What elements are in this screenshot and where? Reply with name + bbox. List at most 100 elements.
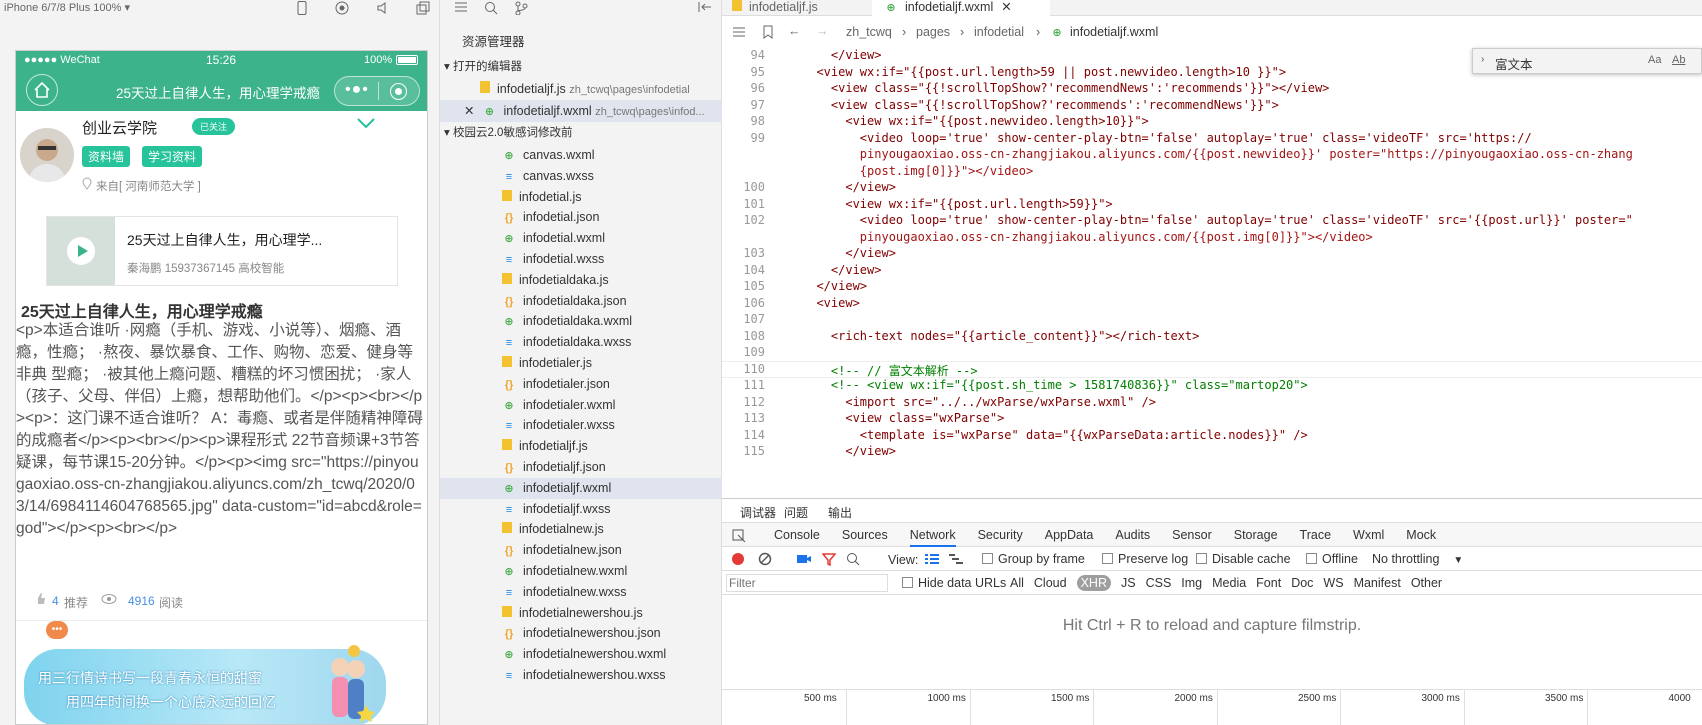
clear-icon[interactable] — [758, 552, 772, 566]
tag-ziliaoqiang[interactable]: 资料墙 — [82, 146, 131, 167]
devtools-tab-sensor[interactable]: Sensor — [1172, 528, 1212, 542]
match-case-icon[interactable]: Aa — [1648, 54, 1661, 66]
file-item[interactable]: ⊕ infodetialdaka.wxml — [440, 311, 722, 332]
file-item[interactable]: {} infodetialjf.json — [440, 457, 722, 478]
file-item[interactable]: ⊕ canvas.wxml — [440, 145, 722, 166]
list-icon[interactable] — [454, 1, 468, 13]
bookmark-icon[interactable] — [762, 25, 774, 39]
project-section[interactable]: ▾ 校园云2.0敏感词修改前 — [444, 122, 722, 144]
type-filter-manifest[interactable]: Manifest — [1354, 576, 1401, 590]
devtools-tab-wxml[interactable]: Wxml — [1353, 528, 1384, 542]
detach-icon[interactable] — [416, 1, 430, 15]
file-item[interactable]: ⊕ infodetial.wxml — [440, 228, 722, 249]
type-filter-cloud[interactable]: Cloud — [1034, 576, 1067, 590]
file-item[interactable]: infodetialer.js — [440, 353, 722, 374]
device-selector[interactable]: iPhone 6/7/8 Plus 100% ▾ — [4, 1, 130, 14]
type-filter-img[interactable]: Img — [1181, 576, 1202, 590]
type-filter-css[interactable]: CSS — [1146, 576, 1172, 590]
file-item[interactable]: ≡ infodetialnew.wxss — [440, 582, 722, 603]
collapse-icon[interactable] — [698, 1, 712, 13]
tag-xuexiziliao[interactable]: 学习资料 — [142, 146, 203, 167]
type-filter-ws[interactable]: WS — [1323, 576, 1343, 590]
devtools-tab-audits[interactable]: Audits — [1115, 528, 1150, 542]
play-icon[interactable] — [67, 237, 95, 265]
devtools-top-tab[interactable]: 调试器 — [740, 504, 777, 525]
preserve-log-checkbox[interactable]: Preserve log — [1102, 552, 1188, 566]
file-item[interactable]: ≡ infodetial.wxss — [440, 249, 722, 270]
more-button[interactable]: •●• — [345, 81, 369, 99]
promo-banner[interactable]: 用三行情诗书写一段青春永恒的甜蜜 用四年时间换一个心底永远的回忆 — [24, 645, 386, 724]
home-button[interactable] — [26, 74, 58, 106]
hide-data-urls-checkbox[interactable]: Hide data URLs — [902, 576, 1006, 590]
branch-icon[interactable] — [514, 1, 528, 15]
type-filter-other[interactable]: Other — [1411, 576, 1442, 590]
record-icon[interactable] — [335, 1, 349, 15]
open-file-wxml[interactable]: ✕ ⊕ infodetialjf.wxml zh_tcwq\pages\infod.… — [440, 100, 722, 122]
file-item[interactable]: infodetialnewershou.js — [440, 603, 722, 624]
devtools-tab-appdata[interactable]: AppData — [1045, 528, 1094, 542]
open-file-js[interactable]: infodetialjf.js zh_tcwq\pages\infodetial — [440, 78, 722, 100]
back-icon[interactable]: ← — [788, 24, 801, 38]
type-filter-js[interactable]: JS — [1121, 576, 1136, 590]
camera-icon[interactable] — [796, 553, 812, 565]
file-item[interactable]: ⊕ infodetialnewershou.wxml — [440, 644, 722, 665]
thumb-icon[interactable] — [35, 592, 47, 606]
file-item[interactable]: {} infodetialer.json — [440, 374, 722, 395]
open-editors-section[interactable]: ▾ 打开的编辑器 — [444, 56, 722, 78]
chevron-right-icon[interactable]: › — [1481, 54, 1484, 65]
file-item[interactable]: {} infodetialdaka.json — [440, 291, 722, 312]
crumb-2[interactable]: pages — [916, 25, 950, 39]
file-item[interactable]: ≡ infodetialdaka.wxss — [440, 332, 722, 353]
audio-card[interactable]: 25天过上自律人生，用心理学... 秦海鹏 15937367145 高校智能 — [46, 216, 398, 286]
type-filter-all[interactable]: All — [1010, 576, 1024, 590]
devtools-tab-console[interactable]: Console — [774, 528, 820, 542]
file-item[interactable]: infodetialnew.js — [440, 519, 722, 540]
avatar[interactable] — [20, 128, 74, 182]
type-filter-media[interactable]: Media — [1212, 576, 1246, 590]
type-filter-font[interactable]: Font — [1256, 576, 1281, 590]
whole-word-icon[interactable]: Ab — [1672, 54, 1685, 66]
tab-wxml[interactable]: ⊕ infodetialjf.wxml ✕ — [872, 0, 1050, 17]
close-icon[interactable]: ✕ — [464, 104, 474, 118]
sound-icon[interactable] — [376, 1, 390, 15]
devtools-tab-trace[interactable]: Trace — [1300, 528, 1332, 542]
code-area[interactable]: 94 </view> 95 <view wx:if="{{post.url.len… — [722, 44, 1702, 498]
devtools-top-tab[interactable]: 问题 — [784, 504, 808, 521]
file-item[interactable]: ⊕ infodetialjf.wxml — [440, 477, 722, 499]
file-item[interactable]: {} infodetialnew.json — [440, 540, 722, 561]
devtools-tab-network[interactable]: Network — [909, 528, 956, 547]
disable-cache-checkbox[interactable]: Disable cache — [1196, 552, 1291, 566]
devtools-tab-sources[interactable]: Sources — [842, 528, 888, 542]
devtools-tab-security[interactable]: Security — [978, 528, 1023, 542]
file-item[interactable]: ⊕ infodetialnew.wxml — [440, 561, 722, 582]
file-item[interactable]: {} infodetial.json — [440, 207, 722, 228]
tab-js[interactable]: infodetialjf.js — [722, 0, 872, 16]
phone-icon[interactable] — [296, 1, 308, 15]
list-view-icon[interactable] — [924, 553, 940, 565]
close-miniapp-button[interactable] — [390, 83, 407, 100]
file-item[interactable]: ≡ canvas.wxss — [440, 166, 722, 187]
crumb-4[interactable]: infodetialjf.wxml — [1070, 25, 1158, 39]
offline-checkbox[interactable]: Offline — [1306, 552, 1358, 566]
record-icon[interactable] — [732, 553, 744, 565]
file-item[interactable]: ≡ infodetialnewershou.wxss — [440, 665, 722, 686]
file-item[interactable]: infodetialjf.js — [440, 436, 722, 457]
filter-icon[interactable] — [822, 552, 836, 566]
comment-icon[interactable]: ••• — [46, 621, 68, 639]
devtools-tab-mock[interactable]: Mock — [1406, 528, 1436, 542]
crumb-3[interactable]: infodetial — [974, 25, 1024, 39]
find-input[interactable]: 富文本 — [1495, 54, 1533, 73]
file-item[interactable]: ⊕ infodetialer.wxml — [440, 395, 722, 416]
group-by-frame-checkbox[interactable]: Group by frame — [982, 552, 1085, 566]
filter-input[interactable] — [726, 574, 888, 592]
inspect-icon[interactable] — [732, 529, 746, 543]
file-item[interactable]: ≡ infodetialjf.wxss — [440, 499, 722, 520]
devtools-top-tab[interactable]: 输出 — [828, 504, 852, 521]
search-icon[interactable] — [846, 552, 860, 566]
close-icon[interactable]: ✕ — [1001, 0, 1011, 14]
type-filter-doc[interactable]: Doc — [1291, 576, 1313, 590]
throttling-select[interactable]: No throttling ▼ — [1372, 552, 1463, 566]
file-item[interactable]: ≡ infodetialer.wxss — [440, 415, 722, 436]
crumb-1[interactable]: zh_tcwq — [846, 25, 892, 39]
file-item[interactable]: infodetialdaka.js — [440, 270, 722, 291]
